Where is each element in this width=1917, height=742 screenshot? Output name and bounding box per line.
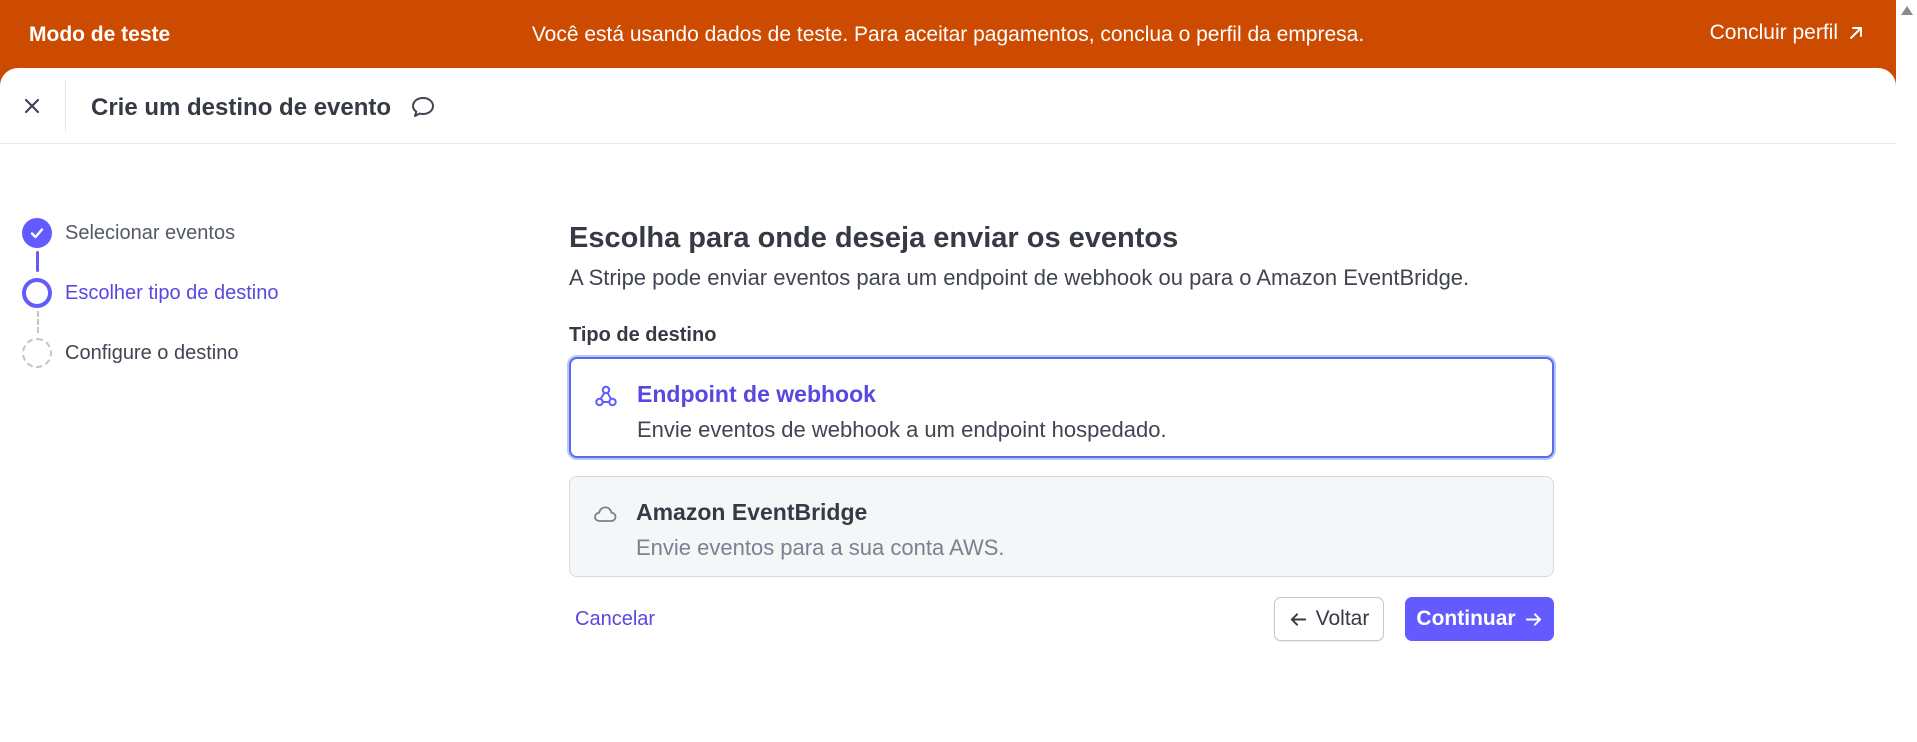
continue-button-label: Continuar bbox=[1416, 607, 1516, 630]
scroll-up-arrow-icon[interactable] bbox=[1901, 6, 1913, 15]
complete-profile-label: Concluir perfil bbox=[1709, 21, 1838, 44]
close-icon[interactable] bbox=[20, 94, 44, 118]
main-content: Escolha para onde deseja enviar os event… bbox=[569, 222, 1554, 577]
arrow-right-icon bbox=[1525, 612, 1541, 626]
continue-button[interactable]: Continuar bbox=[1405, 597, 1554, 641]
step-label: Escolher tipo de destino bbox=[65, 281, 279, 304]
page-panel: Crie um destino de evento Selecionar eve… bbox=[0, 68, 1896, 742]
option-amazon-eventbridge[interactable]: Amazon EventBridge Envie eventos para a … bbox=[569, 476, 1554, 577]
option-description: Envie eventos para a sua conta AWS. bbox=[636, 535, 1005, 560]
stepper-connector-pending bbox=[37, 311, 39, 333]
active-step-circle-icon bbox=[22, 278, 52, 308]
step-select-events[interactable]: Selecionar eventos bbox=[22, 218, 235, 248]
test-mode-message: Você está usando dados de teste. Para ac… bbox=[531, 23, 1365, 46]
option-title: Amazon EventBridge bbox=[636, 499, 868, 525]
step-label: Selecionar eventos bbox=[65, 221, 236, 244]
step-label: Configure o destino bbox=[65, 341, 239, 364]
check-circle-icon bbox=[22, 218, 52, 248]
option-webhook-endpoint[interactable]: Endpoint de webhook Envie eventos de web… bbox=[569, 357, 1554, 458]
page-title: Crie um destino de evento bbox=[91, 94, 392, 121]
section-title: Escolha para onde deseja enviar os event… bbox=[569, 222, 1179, 254]
cancel-link[interactable]: Cancelar bbox=[575, 608, 655, 631]
back-button[interactable]: Voltar bbox=[1274, 597, 1384, 641]
step-configure-destination: Configure o destino bbox=[22, 338, 238, 368]
back-button-label: Voltar bbox=[1315, 607, 1370, 630]
cloud-icon bbox=[594, 506, 617, 522]
stepper-connector-completed bbox=[36, 251, 39, 272]
header-divider bbox=[65, 80, 66, 132]
destination-type-label: Tipo de destino bbox=[569, 324, 717, 346]
option-title: Endpoint de webhook bbox=[637, 381, 876, 407]
step-choose-destination-type[interactable]: Escolher tipo de destino bbox=[22, 278, 278, 308]
speech-bubble-icon[interactable] bbox=[410, 94, 436, 120]
webhook-icon bbox=[595, 385, 617, 407]
test-mode-banner: Modo de teste Você está usando dados de … bbox=[0, 0, 1896, 68]
scrollbar[interactable] bbox=[1896, 0, 1917, 742]
section-subtitle: A Stripe pode enviar eventos para um end… bbox=[569, 265, 1470, 290]
pending-step-circle-icon bbox=[22, 338, 52, 368]
arrow-up-right-icon bbox=[1850, 27, 1862, 39]
option-description: Envie eventos de webhook a um endpoint h… bbox=[637, 417, 1167, 442]
page-header: Crie um destino de evento bbox=[0, 68, 1896, 144]
arrow-left-icon bbox=[1290, 612, 1306, 626]
complete-profile-link[interactable]: Concluir perfil bbox=[1710, 21, 1866, 45]
